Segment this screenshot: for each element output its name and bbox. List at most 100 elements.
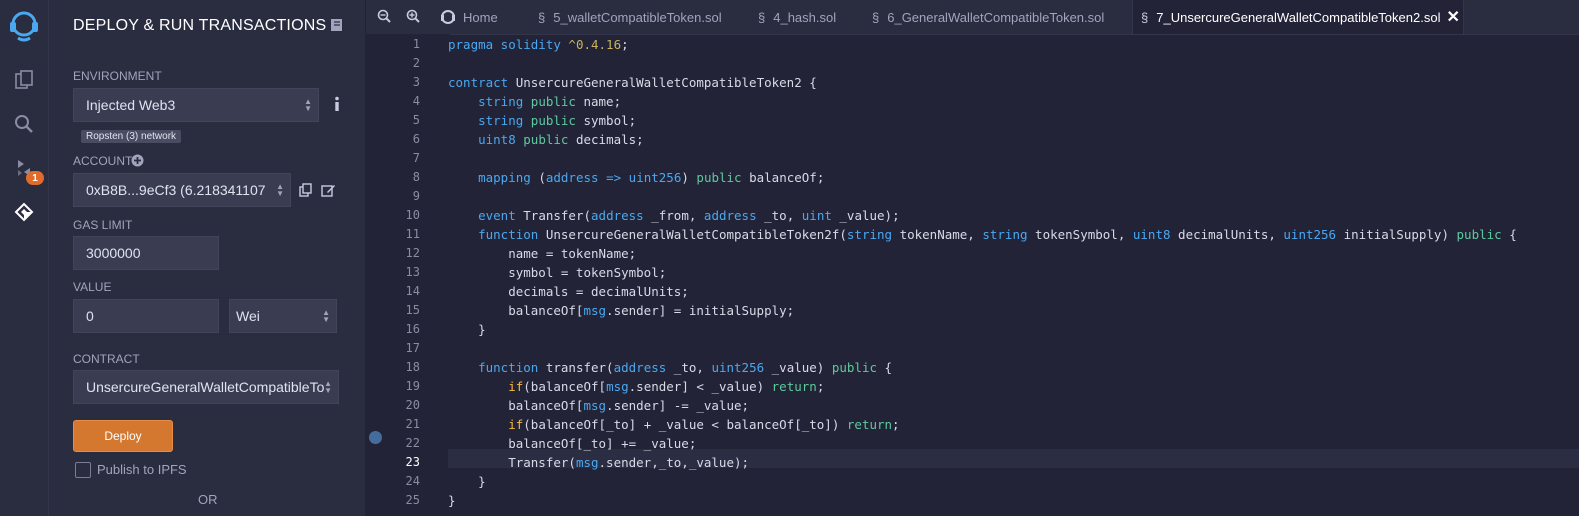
publish-ipfs-label: Publish to IPFS	[97, 462, 187, 477]
documentation-icon[interactable]	[330, 18, 344, 37]
code-token: balanceOf;	[741, 170, 825, 185]
account-value: 0xB8B...9eCf3 (6.218341107	[86, 182, 266, 198]
code-line: }	[448, 320, 486, 339]
code-token: }	[448, 322, 486, 337]
code-line: Transfer(msg.sender,_to,_value);	[448, 453, 749, 472]
contract-select[interactable]: UnsercureGeneralWalletCompatibleTo ▲ ▼	[73, 370, 339, 404]
line-number: 15	[405, 303, 420, 317]
code-token: ;	[892, 417, 900, 432]
code-token: Transfer(	[448, 455, 576, 470]
code-token: public	[530, 113, 576, 128]
environment-select[interactable]: Injected Web3 ▲ ▼	[73, 88, 319, 122]
code-token: ^0.4.16	[568, 37, 622, 52]
tab-home[interactable]: Home	[440, 0, 530, 34]
value-label: VALUE	[73, 280, 112, 294]
tab-bar: Home § 5_walletCompatibleToken.sol § 4_h…	[366, 0, 1579, 35]
code-token: return	[771, 379, 817, 394]
code-token: decimals = decimalUnits;	[448, 284, 689, 299]
code-token: _to,	[666, 360, 712, 375]
select-arrows-icon: ▲ ▼	[322, 308, 330, 324]
tab-file[interactable]: § 5_walletCompatibleToken.sol	[534, 0, 753, 34]
code-line: balanceOf[_to] += _value;	[448, 434, 696, 453]
tab-file[interactable]: § 6_GeneralWalletCompatibleToken.sol	[869, 0, 1134, 34]
code-token: }	[448, 493, 456, 508]
gas-limit-label: GAS LIMIT	[73, 218, 133, 232]
code-token: name;	[575, 94, 622, 109]
environment-value: Injected Web3	[86, 97, 176, 113]
line-number: 10	[405, 208, 420, 222]
code-line: function transfer(address _to, uint256 _…	[448, 358, 892, 377]
code-token: return	[846, 417, 893, 432]
code-token: transfer(	[538, 360, 614, 375]
code-token: msg	[583, 398, 607, 413]
code-token: UnsercureGeneralWalletCompatibleToken2 {	[508, 75, 817, 90]
copy-icon[interactable]	[299, 183, 313, 202]
code-line: decimals = decimalUnits;	[448, 282, 689, 301]
code-token: symbol;	[575, 113, 637, 128]
code-line: string public symbol;	[448, 111, 636, 130]
code-token: tokenSymbol,	[1027, 227, 1133, 242]
tab-file-active[interactable]: § 7_UnsercureGeneralWalletCompatibleToke…	[1132, 0, 1464, 34]
code-token: address	[591, 208, 644, 223]
account-select[interactable]: 0xB8B...9eCf3 (6.218341107 ▲ ▼	[73, 173, 291, 207]
deploy-run-panel: DEPLOY & RUN TRANSACTIONS ENVIRONMENT In…	[49, 0, 365, 516]
zoom-out-icon[interactable]	[377, 9, 393, 25]
add-account-icon[interactable]	[131, 154, 144, 172]
tab-label: 7_UnsercureGeneralWalletCompatibleToken2…	[1156, 9, 1441, 25]
line-number: 3	[412, 75, 420, 89]
code-token: msg	[575, 455, 599, 470]
code-token: decimalUnits,	[1170, 227, 1284, 242]
edit-icon[interactable]	[321, 183, 336, 203]
zoom-in-icon[interactable]	[406, 9, 422, 25]
code-token: initialSupply)	[1336, 227, 1457, 242]
line-number: 6	[412, 132, 420, 146]
remix-logo-icon[interactable]	[4, 6, 44, 46]
code-token: Transfer(	[515, 208, 592, 223]
code-token: _from,	[643, 208, 704, 223]
tab-label: 6_GeneralWalletCompatibleToken.sol	[887, 9, 1105, 25]
code-token: {	[877, 360, 893, 375]
publish-ipfs-checkbox[interactable]	[75, 462, 91, 478]
code-token: msg	[583, 303, 607, 318]
line-number: 18	[405, 360, 420, 374]
search-icon[interactable]	[10, 110, 38, 138]
close-tab-icon[interactable]: ✕	[1446, 7, 1459, 27]
line-number: 17	[405, 341, 420, 355]
line-number: 11	[405, 227, 420, 241]
info-icon[interactable]	[331, 96, 343, 117]
line-number: 22	[405, 436, 420, 450]
code-token: public	[1456, 227, 1502, 242]
code-token: function	[478, 227, 539, 242]
value-unit-select[interactable]: Wei ▲ ▼	[229, 299, 337, 333]
code-line: pragma solidity ^0.4.16;	[448, 35, 629, 54]
select-arrows-icon: ▲ ▼	[304, 97, 312, 113]
deploy-button[interactable]: Deploy	[73, 420, 173, 452]
deploy-run-icon[interactable]	[10, 198, 38, 226]
line-number: 13	[405, 265, 420, 279]
code-token: string	[478, 113, 524, 128]
code-token: uint8	[478, 132, 516, 147]
code-token: balanceOf[	[448, 303, 584, 318]
home-icon	[441, 10, 455, 24]
code-token: string	[846, 227, 893, 242]
code-token: .sender] < _value)	[628, 379, 772, 394]
code-token: if	[508, 417, 524, 432]
environment-label: ENVIRONMENT	[73, 69, 162, 83]
line-number: 9	[412, 189, 420, 203]
code-line: uint8 public decimals;	[448, 130, 644, 149]
gas-limit-input[interactable]: 3000000	[73, 236, 219, 270]
solidity-file-icon: §	[1141, 9, 1149, 25]
code-token: string	[982, 227, 1028, 242]
tab-file[interactable]: § 4_hash.sol	[754, 0, 868, 34]
value-input[interactable]: 0	[73, 299, 219, 333]
code-token: =>	[606, 170, 622, 185]
code-token: ;	[816, 379, 825, 394]
solidity-file-icon: §	[872, 9, 880, 25]
file-explorer-icon[interactable]	[10, 66, 38, 94]
code-token: uint256	[628, 170, 682, 185]
